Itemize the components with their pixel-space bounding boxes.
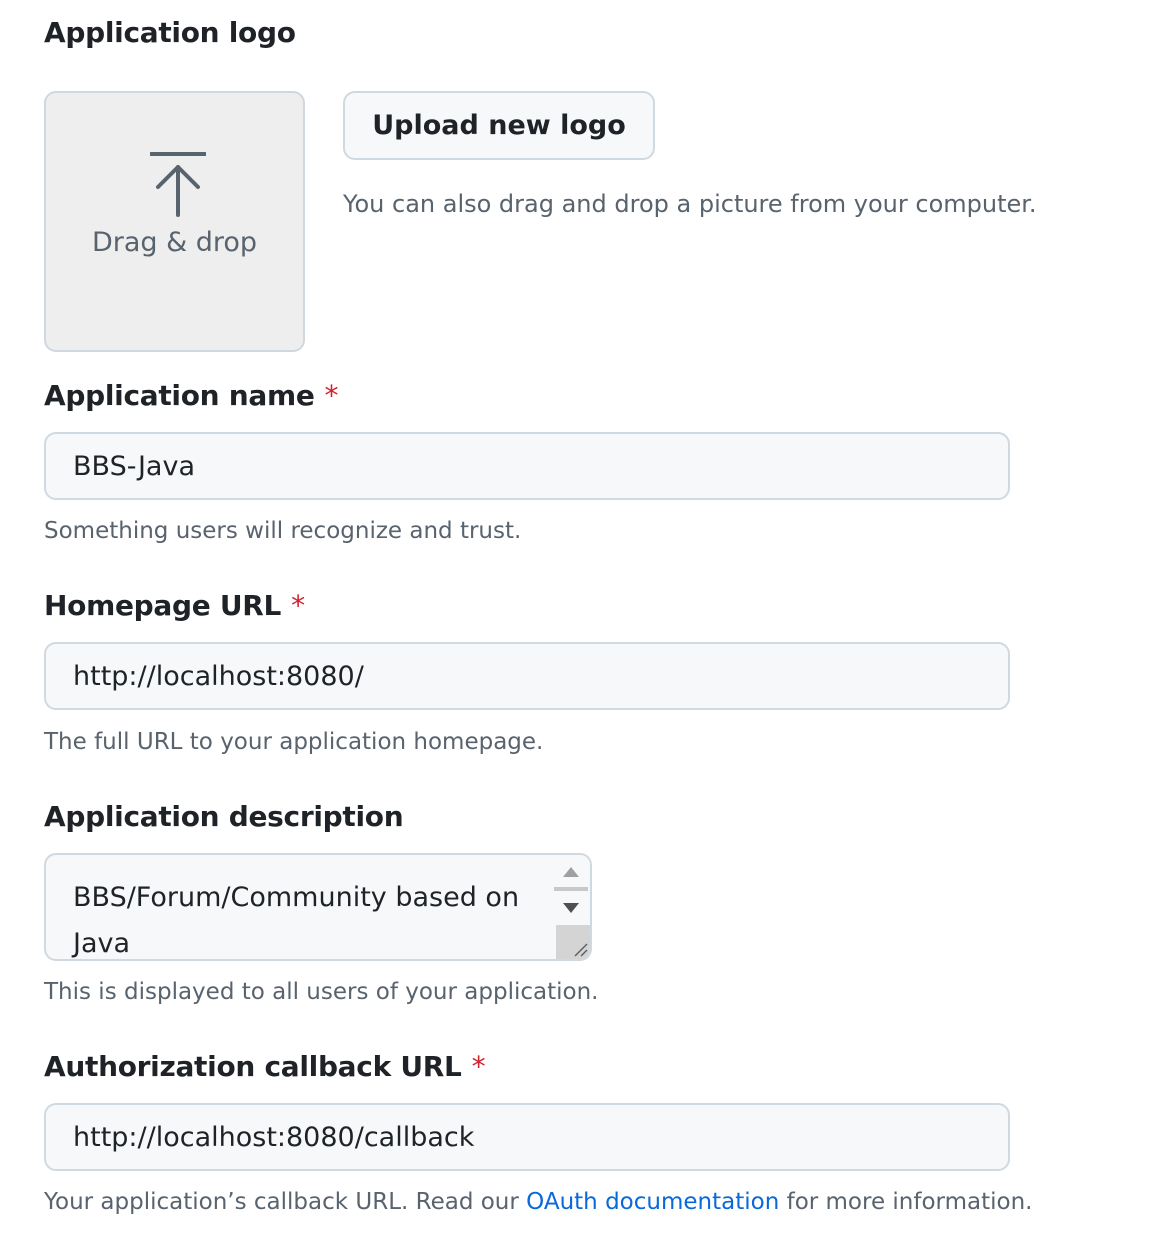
application-description-textarea[interactable]: BBS/Forum/Community based on Java: [44, 853, 592, 961]
application-description-label: Application description: [44, 800, 404, 833]
scroll-down-arrow-icon[interactable]: [563, 903, 579, 913]
required-marker: *: [471, 1050, 486, 1083]
dropzone-text: Drag & drop: [91, 227, 258, 258]
upload-arrow-icon: [150, 152, 206, 217]
oauth-documentation-link[interactable]: OAuth documentation: [526, 1189, 779, 1215]
application-description-hint: This is displayed to all users of your a…: [44, 979, 599, 1005]
callback-url-input[interactable]: [44, 1103, 1010, 1171]
application-name-label: Application name *: [44, 378, 339, 414]
required-marker: *: [291, 589, 305, 622]
upload-hint: You can also drag and drop a picture fro…: [343, 190, 1037, 218]
scroll-up-arrow-icon[interactable]: [563, 867, 579, 877]
homepage-url-label-text: Homepage URL: [44, 589, 282, 622]
application-name-label-text: Application name: [44, 379, 315, 412]
application-name-input[interactable]: [44, 432, 1010, 500]
homepage-url-hint: The full URL to your application homepag…: [44, 729, 544, 755]
callback-url-label-text: Authorization callback URL: [44, 1050, 462, 1083]
logo-dropzone[interactable]: Drag & drop: [44, 91, 305, 352]
scrollbar-thumb[interactable]: [554, 887, 588, 891]
upload-new-logo-button[interactable]: Upload new logo: [343, 91, 655, 160]
homepage-url-label: Homepage URL *: [44, 588, 305, 624]
callback-url-label: Authorization callback URL *: [44, 1049, 486, 1085]
callback-hint-suffix: for more information.: [779, 1189, 1033, 1215]
homepage-url-input[interactable]: [44, 642, 1010, 710]
required-marker: *: [324, 379, 339, 412]
callback-hint-prefix: Your application’s callback URL. Read ou…: [44, 1189, 527, 1215]
application-description-value: BBS/Forum/Community based on Java: [73, 882, 520, 959]
application-name-hint: Something users will recognize and trust…: [44, 518, 522, 544]
callback-url-hint: Your application’s callback URL. Read ou…: [44, 1186, 1032, 1218]
resize-grip-icon[interactable]: [556, 925, 590, 959]
application-logo-label: Application logo: [44, 16, 296, 49]
